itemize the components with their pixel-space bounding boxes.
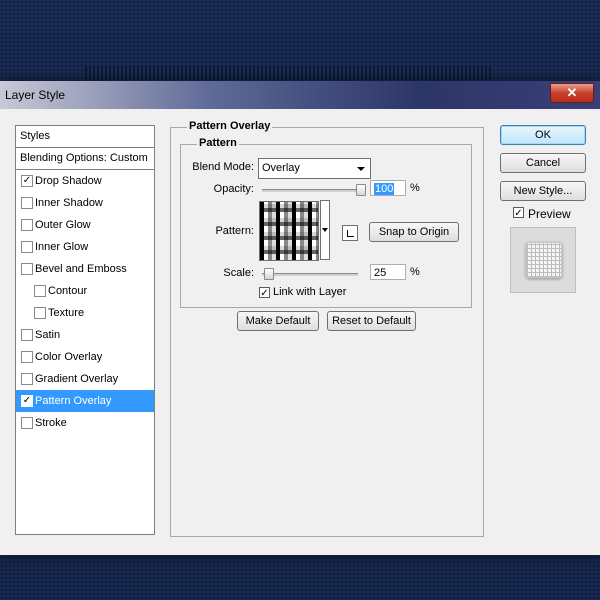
pattern-label: Pattern: (215, 225, 254, 237)
style-checkbox[interactable] (21, 263, 33, 275)
style-item-color-overlay[interactable]: Color Overlay (16, 346, 154, 368)
link-with-layer-label: Link with Layer (273, 286, 347, 298)
opacity-label: Opacity: (213, 183, 254, 195)
scale-unit: % (410, 266, 420, 278)
pattern-section-title: Pattern (197, 137, 239, 149)
style-item-label: Inner Glow (35, 241, 89, 253)
new-style-button[interactable]: New Style... (500, 181, 586, 201)
style-item-label: Color Overlay (35, 351, 103, 363)
ok-button[interactable]: OK (500, 125, 586, 145)
style-items: ✓ Drop Shadow Inner Shadow Outer Glow Inner … (16, 170, 154, 434)
preview-swatch (526, 242, 562, 278)
background-pattern-strip (85, 66, 493, 80)
checkmark-icon: ✓ (260, 288, 269, 299)
style-item-gradient-overlay[interactable]: Gradient Overlay (16, 368, 154, 390)
style-item-contour[interactable]: Contour (16, 280, 154, 302)
new-preset-icon[interactable] (342, 225, 358, 241)
pattern-picker-arrow-icon[interactable] (320, 200, 330, 260)
style-checkbox[interactable] (21, 219, 33, 231)
style-checkbox[interactable] (21, 351, 33, 363)
style-item-label: Contour (48, 285, 88, 297)
style-checkbox[interactable] (34, 307, 46, 319)
style-item-bevel-and-emboss[interactable]: Bevel and Emboss (16, 258, 154, 280)
style-item-label: Bevel and Emboss (35, 263, 127, 275)
opacity-value: 100 (374, 183, 395, 195)
style-checkbox[interactable]: ✓ (21, 395, 33, 407)
style-checkbox[interactable] (21, 373, 33, 385)
blending-options-item[interactable]: Blending Options: Custom (16, 148, 154, 170)
opacity-input[interactable]: 100 (370, 180, 406, 196)
snap-to-origin-button[interactable]: Snap to Origin (369, 222, 459, 242)
scale-input[interactable]: 25 (370, 264, 406, 280)
styles-header[interactable]: Styles (16, 126, 154, 148)
pattern-overlay-title: Pattern Overlay (187, 120, 273, 132)
opacity-unit: % (410, 182, 420, 194)
style-checkbox[interactable] (21, 197, 33, 209)
blend-mode-value: Overlay (262, 162, 300, 174)
style-preview (510, 227, 576, 293)
style-item-drop-shadow[interactable]: ✓ Drop Shadow (16, 170, 154, 192)
scale-slider-track[interactable] (262, 273, 358, 276)
style-checkbox[interactable] (34, 285, 46, 297)
style-item-label: Pattern Overlay (35, 395, 112, 407)
style-item-satin[interactable]: Satin (16, 324, 154, 346)
close-icon: ✕ (566, 85, 578, 100)
style-item-pattern-overlay[interactable]: ✓ Pattern Overlay (16, 390, 154, 412)
blend-mode-label: Blend Mode: (192, 161, 254, 173)
style-item-label: Outer Glow (35, 219, 91, 231)
pattern-swatch[interactable] (259, 201, 319, 261)
opacity-slider-thumb[interactable] (356, 184, 366, 196)
title-bar[interactable]: Layer Style ✕ (0, 81, 600, 109)
preview-label: Preview (528, 207, 571, 221)
dialog-content: Styles Blending Options: Custom ✓ Drop Sh… (0, 109, 600, 555)
style-checkbox[interactable] (21, 329, 33, 341)
style-item-label: Satin (35, 329, 61, 341)
blend-mode-select[interactable]: Overlay (258, 158, 371, 179)
chevron-down-icon (357, 167, 365, 171)
style-item-inner-shadow[interactable]: Inner Shadow (16, 192, 154, 214)
opacity-slider-track[interactable] (262, 189, 364, 192)
preview-checkbox[interactable]: ✓ (513, 207, 524, 219)
make-default-button[interactable]: Make Default (237, 311, 319, 331)
cancel-button[interactable]: Cancel (500, 153, 586, 173)
style-item-label: Drop Shadow (35, 175, 102, 187)
scale-slider-thumb[interactable] (264, 268, 275, 280)
style-item-stroke[interactable]: Stroke (16, 412, 154, 434)
style-item-label: Texture (48, 307, 85, 319)
checkmark-icon: ✓ (514, 208, 523, 219)
link-with-layer-checkbox[interactable]: ✓ (259, 287, 270, 299)
close-button[interactable]: ✕ (550, 83, 594, 103)
style-item-inner-glow[interactable]: Inner Glow (16, 236, 154, 258)
style-checkbox[interactable] (21, 417, 33, 429)
scale-label: Scale: (223, 267, 254, 279)
styles-list: Styles Blending Options: Custom ✓ Drop Sh… (15, 125, 155, 535)
style-item-texture[interactable]: Texture (16, 302, 154, 324)
style-item-outer-glow[interactable]: Outer Glow (16, 214, 154, 236)
style-item-label: Stroke (35, 417, 67, 429)
layer-style-dialog: Layer Style ✕ Styles Blending Options: C… (0, 81, 600, 555)
window-title: Layer Style (5, 88, 66, 102)
style-checkbox[interactable] (21, 241, 33, 253)
scale-value: 25 (374, 267, 387, 279)
reset-to-default-button[interactable]: Reset to Default (327, 311, 416, 331)
style-item-label: Gradient Overlay (35, 373, 119, 385)
style-item-label: Inner Shadow (35, 197, 103, 209)
style-checkbox[interactable]: ✓ (21, 175, 33, 187)
